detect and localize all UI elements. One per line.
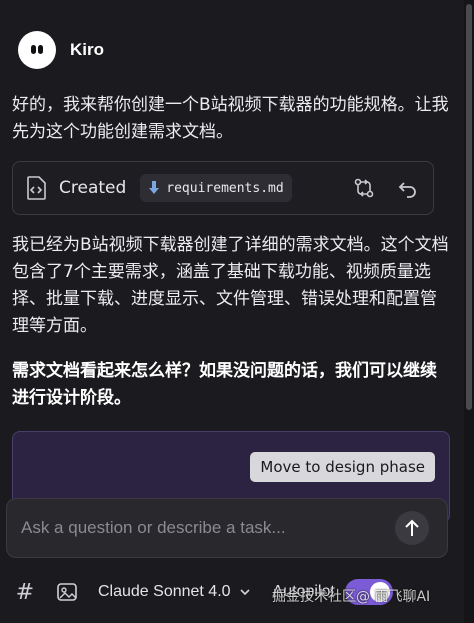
created-file-card: Created requirements.md [12, 161, 434, 215]
assistant-message-intro: 好的，我来帮你创建一个B站视频下载器的功能规格。让我先为这个功能创建需求文档。 [12, 95, 449, 142]
chat-composer [6, 498, 448, 558]
file-chip[interactable]: requirements.md [140, 174, 292, 202]
avatar-eye-right [38, 45, 43, 54]
assistant-message-summary: 我已经为B站视频下载器创建了详细的需求文档。这个文档包含了7个主要需求，涵盖了基… [12, 235, 449, 336]
arrow-up-icon [405, 519, 419, 536]
assistant-message-question: 需求文档看起来怎么样？如果没问题的话，我们可以继续进行设计阶段。 [12, 361, 437, 408]
undo-icon[interactable] [397, 177, 419, 199]
file-name: requirements.md [166, 180, 284, 196]
image-icon[interactable] [56, 581, 78, 603]
kiro-avatar [18, 31, 56, 69]
watermark-text: 掘金技术社区@ 雨飞聊AI [272, 589, 431, 605]
created-label: Created [59, 178, 127, 198]
move-to-design-phase-button[interactable]: Move to design phase [250, 452, 435, 482]
model-selector[interactable]: Claude Sonnet 4.0 [98, 583, 231, 601]
send-button[interactable] [395, 511, 429, 545]
assistant-header: Kiro [18, 30, 104, 70]
hash-icon[interactable]: # [14, 580, 36, 605]
assistant-name: Kiro [70, 40, 104, 59]
scrollbar[interactable] [464, 0, 474, 623]
file-code-icon [27, 176, 46, 200]
chevron-down-icon[interactable] [239, 586, 251, 598]
avatar-eye-left [31, 45, 36, 54]
download-arrow-icon [149, 181, 160, 194]
chat-input[interactable] [19, 513, 393, 543]
compare-icon[interactable] [353, 177, 375, 199]
scrollbar-thumb[interactable] [466, 4, 472, 410]
